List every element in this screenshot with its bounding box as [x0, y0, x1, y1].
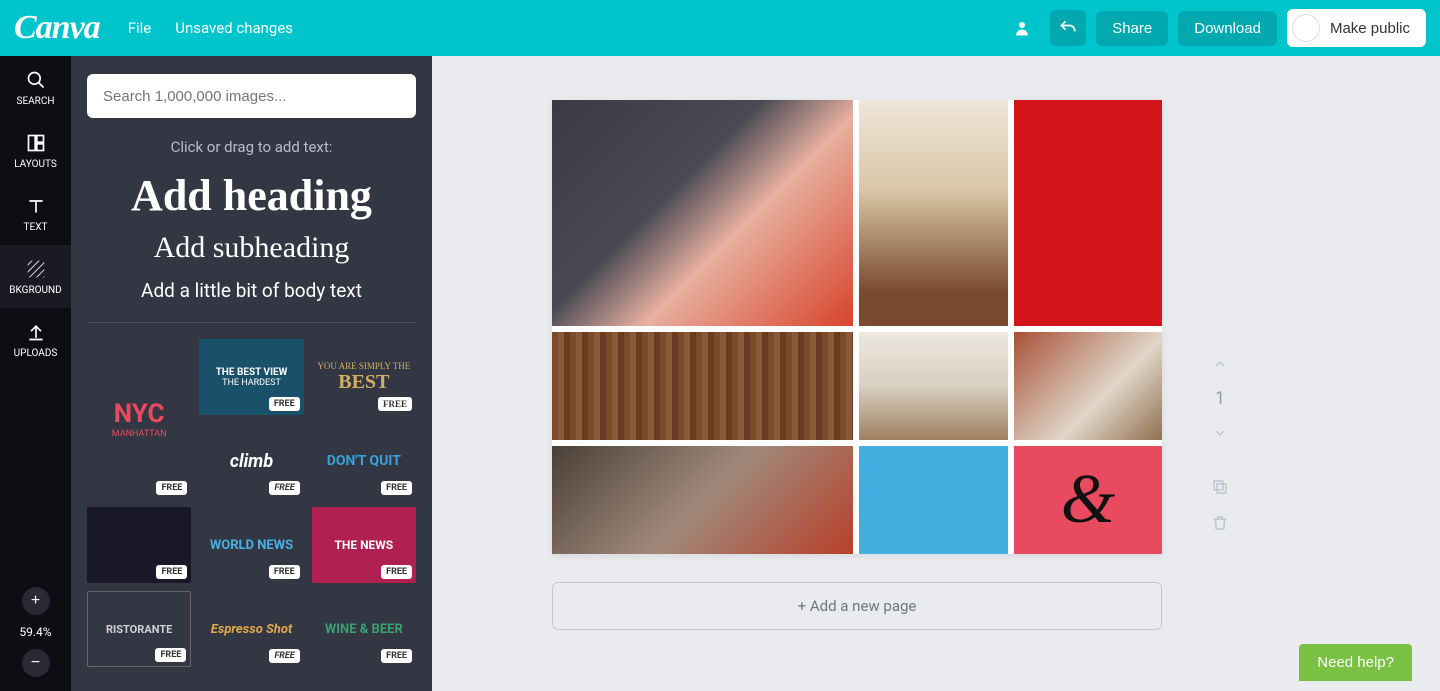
rail-search-label: SEARCH: [17, 96, 55, 107]
free-badge: FREE: [269, 481, 299, 495]
template-title: NYC: [114, 399, 165, 429]
rail-layouts[interactable]: LAYOUTS: [0, 119, 71, 182]
template-subtitle: MANHATTAN: [112, 429, 167, 439]
free-badge: FREE: [269, 649, 299, 663]
zoom-out-button[interactable]: −: [22, 649, 50, 677]
add-heading[interactable]: Add heading: [87, 170, 416, 221]
text-template-6[interactable]: WORLD NEWS FREE: [199, 507, 303, 583]
zoom-level: 59.4%: [19, 625, 51, 639]
download-button[interactable]: Download: [1178, 11, 1277, 46]
main: SEARCH LAYOUTS TEXT BKGROUND UPLOADS: [0, 56, 1440, 691]
free-badge: FREE: [155, 648, 186, 662]
logo[interactable]: Canva: [14, 9, 100, 47]
template-title: THE BEST VIEW: [216, 367, 288, 378]
zoom-in-button[interactable]: +: [22, 587, 50, 615]
design-page[interactable]: &: [552, 100, 1162, 554]
text-template-3[interactable]: climb FREE: [199, 423, 303, 499]
rail-text-label: TEXT: [24, 222, 48, 233]
text-template-1[interactable]: THE BEST VIEWTHE HARDEST FREE: [199, 339, 303, 415]
free-badge: FREE: [381, 649, 412, 663]
canvas-cell-9[interactable]: &: [1014, 446, 1162, 554]
undo-icon[interactable]: [1050, 10, 1086, 46]
page-up-icon[interactable]: [1208, 352, 1232, 376]
zoom-controls: + 59.4% −: [0, 587, 71, 691]
share-button[interactable]: Share: [1096, 11, 1168, 46]
text-template-11[interactable]: EXHIBITION ON NOWFREE: [87, 675, 191, 691]
free-badge: FREE: [156, 565, 187, 579]
text-template-7[interactable]: THE NEWS FREE: [312, 507, 416, 583]
delete-page-icon[interactable]: [1208, 511, 1232, 535]
page-down-icon[interactable]: [1208, 421, 1232, 445]
avatar: [1292, 14, 1320, 42]
text-template-10[interactable]: WINE & BEER FREE: [312, 591, 416, 667]
copy-page-icon[interactable]: [1208, 475, 1232, 499]
text-template-2[interactable]: BESTYOU ARE SIMPLY THE FREE: [312, 339, 416, 415]
page-controls: 1: [1208, 352, 1232, 535]
topbar: Canva File Unsaved changes Share Downloa…: [0, 0, 1440, 56]
canvas-cell-3[interactable]: [1014, 100, 1162, 326]
side-panel: Click or drag to add text: Add heading A…: [71, 56, 432, 691]
background-icon: [0, 259, 71, 279]
template-title: THE NEWS: [334, 538, 393, 552]
free-badge: FREE: [381, 481, 412, 495]
make-public-button[interactable]: Make public: [1287, 9, 1426, 47]
template-title: WINE & BEER: [325, 622, 403, 637]
make-public-label: Make public: [1330, 20, 1410, 37]
rail-background[interactable]: BKGROUND: [0, 245, 71, 308]
text-template-8[interactable]: RISTORANTE FREE: [87, 591, 191, 667]
canvas-cell-5[interactable]: [859, 332, 1008, 440]
tool-rail: SEARCH LAYOUTS TEXT BKGROUND UPLOADS: [0, 56, 71, 691]
text-template-4[interactable]: DON'T QUIT FREE: [312, 423, 416, 499]
rail-search[interactable]: SEARCH: [0, 56, 71, 119]
free-badge: FREE: [378, 397, 412, 411]
text-template-grid: NYCMANHATTANFREETHE BEST VIEWTHE HARDEST…: [87, 339, 416, 691]
add-subheading[interactable]: Add subheading: [87, 231, 416, 265]
page-number: 1: [1215, 388, 1225, 409]
template-title: RISTORANTE: [106, 623, 172, 636]
panel-divider: [87, 322, 416, 323]
layouts-icon: [0, 133, 71, 153]
canvas-area[interactable]: & + Add a new page 1: [432, 56, 1440, 691]
save-status: Unsaved changes: [175, 19, 293, 37]
text-template-13[interactable]: ONE DFREE: [312, 675, 416, 691]
add-page-button[interactable]: + Add a new page: [552, 582, 1162, 630]
canvas-cell-8[interactable]: [859, 446, 1008, 554]
template-title: WORLD NEWS: [210, 538, 293, 553]
free-badge: FREE: [381, 565, 412, 579]
help-button[interactable]: Need help?: [1299, 644, 1412, 681]
rail-uploads[interactable]: UPLOADS: [0, 308, 71, 371]
panel-hint: Click or drag to add text:: [87, 138, 416, 156]
canvas-cell-6[interactable]: [1014, 332, 1162, 440]
rail-background-label: BKGROUND: [9, 285, 61, 296]
free-badge: FREE: [156, 481, 187, 495]
template-title: DON'T QUIT: [327, 453, 401, 469]
text-template-5[interactable]: FREE: [87, 507, 191, 583]
free-badge: FREE: [269, 565, 300, 579]
rail-layouts-label: LAYOUTS: [14, 159, 57, 170]
template-title: BEST: [338, 371, 389, 394]
template-subtitle: YOU ARE SIMPLY THE: [317, 361, 410, 371]
rail-uploads-label: UPLOADS: [14, 348, 58, 359]
free-badge: FREE: [269, 397, 300, 411]
template-subtitle: THE HARDEST: [222, 378, 281, 388]
add-body-text[interactable]: Add a little bit of body text: [87, 279, 416, 302]
canvas-cell-2[interactable]: [859, 100, 1008, 326]
rail-text[interactable]: TEXT: [0, 182, 71, 245]
template-title: Espresso Shot: [211, 622, 292, 637]
text-template-0[interactable]: NYCMANHATTAN FREE: [87, 339, 191, 499]
text-template-9[interactable]: Espresso Shot FREE: [199, 591, 303, 667]
canvas-cell-4[interactable]: [552, 332, 853, 440]
uploads-icon: [0, 322, 71, 342]
user-icon[interactable]: [1004, 10, 1040, 46]
text-template-12[interactable]: FAIRY STORIESFREE: [199, 675, 303, 691]
file-menu[interactable]: File: [128, 19, 152, 37]
search-icon: [0, 70, 71, 90]
canvas-cell-7[interactable]: [552, 446, 853, 554]
canvas-cell-1[interactable]: [552, 100, 853, 326]
text-icon: [0, 196, 71, 216]
topbar-right: Share Download Make public: [1004, 9, 1426, 47]
search-input[interactable]: [87, 74, 416, 118]
template-title: climb: [230, 451, 273, 472]
